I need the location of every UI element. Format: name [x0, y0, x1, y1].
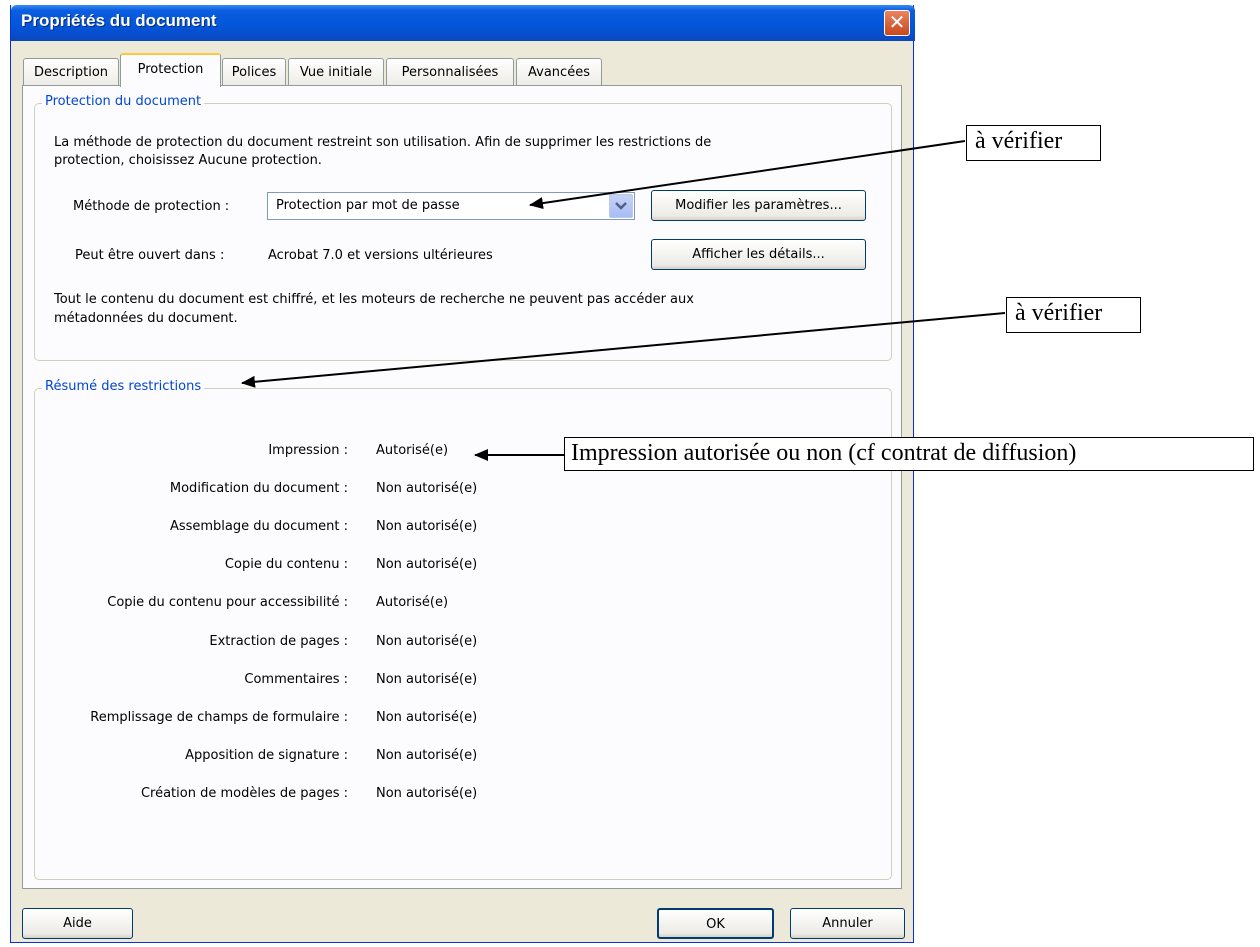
- restriction-row: Remplissage de champs de formulaire : No…: [0, 710, 880, 730]
- cancel-button[interactable]: Annuler: [790, 908, 905, 939]
- tab-avancees[interactable]: Avancées: [516, 58, 602, 86]
- ok-button[interactable]: OK: [657, 908, 774, 939]
- tab-vue-initiale[interactable]: Vue initiale: [288, 58, 384, 86]
- restriction-value: Non autorisé(e): [376, 672, 478, 687]
- restrictions-group-title: Résumé des restrictions: [42, 379, 205, 394]
- tab-polices[interactable]: Polices: [222, 58, 286, 86]
- callout-impression-note: Impression autorisée ou non (cf contrat …: [564, 437, 1254, 471]
- protection-method-select[interactable]: Protection par mot de passe: [267, 192, 635, 220]
- restriction-value: Autorisé(e): [376, 595, 449, 610]
- restriction-label: Copie du contenu :: [224, 557, 348, 572]
- window-title: Propriétés du document: [21, 11, 217, 30]
- callout-verify-method: à vérifier: [966, 125, 1101, 161]
- close-icon: ✕: [888, 10, 906, 34]
- encryption-info-line2: métadonnées du document.: [54, 311, 238, 326]
- restriction-value: Autorisé(e): [376, 443, 449, 458]
- restriction-value: Non autorisé(e): [376, 710, 478, 725]
- restriction-label: Modification du document :: [169, 481, 348, 496]
- modify-settings-button[interactable]: Modifier les paramètres...: [651, 190, 866, 221]
- restriction-label: Copie du contenu pour accessibilité :: [107, 595, 348, 610]
- restriction-value: Non autorisé(e): [376, 519, 478, 534]
- restriction-row: Extraction de pages : Non autorisé(e): [0, 634, 880, 654]
- restriction-row: Création de modèles de pages : Non autor…: [0, 786, 880, 806]
- restriction-label: Commentaires :: [244, 672, 348, 687]
- close-button[interactable]: ✕: [884, 10, 910, 36]
- title-bar[interactable]: Propriétés du document ✕: [11, 5, 915, 41]
- restriction-row: Copie du contenu : Non autorisé(e): [0, 557, 880, 577]
- protection-method-value: Protection par mot de passe: [276, 198, 460, 213]
- restriction-label: Extraction de pages :: [209, 634, 348, 649]
- restriction-value: Non autorisé(e): [376, 786, 478, 801]
- restriction-label: Assemblage du document :: [169, 519, 348, 534]
- restriction-value: Non autorisé(e): [376, 748, 478, 763]
- restriction-row: Commentaires : Non autorisé(e): [0, 672, 880, 692]
- help-button[interactable]: Aide: [22, 908, 133, 939]
- show-details-button[interactable]: Afficher les détails...: [651, 239, 866, 270]
- protection-description-line2: protection, choisissez Aucune protection…: [54, 153, 322, 168]
- restriction-label: Impression :: [268, 443, 348, 458]
- chevron-down-icon[interactable]: [609, 194, 633, 218]
- restriction-value: Non autorisé(e): [376, 557, 478, 572]
- restriction-label: Apposition de signature :: [185, 748, 348, 763]
- restriction-label: Remplissage de champs de formulaire :: [90, 710, 348, 725]
- restriction-row: Modification du document : Non autorisé(…: [0, 481, 880, 501]
- restriction-row: Apposition de signature : Non autorisé(e…: [0, 748, 880, 768]
- open-in-value: Acrobat 7.0 et versions ultérieures: [268, 248, 493, 263]
- method-label: Méthode de protection :: [73, 199, 230, 214]
- restriction-value: Non autorisé(e): [376, 634, 478, 649]
- tab-personnalisees[interactable]: Personnalisées: [386, 58, 514, 86]
- restriction-label: Création de modèles de pages :: [140, 786, 348, 801]
- encryption-info-line1: Tout le contenu du document est chiffré,…: [54, 292, 694, 307]
- protection-description-line1: La méthode de protection du document res…: [54, 135, 712, 150]
- protection-group-title: Protection du document: [42, 94, 205, 109]
- restriction-row: Assemblage du document : Non autorisé(e): [0, 519, 880, 539]
- tab-description[interactable]: Description: [23, 58, 119, 86]
- tab-protection[interactable]: Protection: [120, 53, 221, 87]
- restriction-value: Non autorisé(e): [376, 481, 478, 496]
- callout-verify-restrictions: à vérifier: [1006, 297, 1141, 333]
- restriction-row: Copie du contenu pour accessibilité : Au…: [0, 595, 880, 615]
- open-in-label: Peut être ouvert dans :: [75, 248, 225, 263]
